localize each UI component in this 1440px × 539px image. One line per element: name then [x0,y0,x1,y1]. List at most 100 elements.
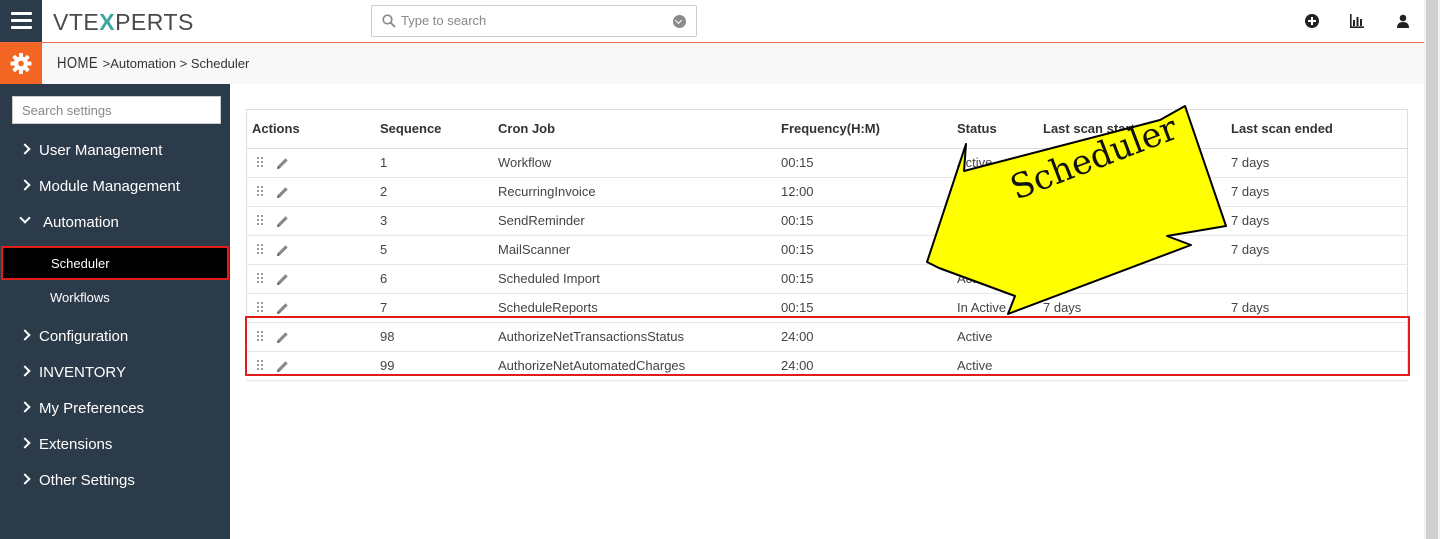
cron-jobs-table: Actions Sequence Cron Job Frequency(H:M)… [246,109,1408,381]
settings-sidebar: User Management Module Management Automa… [0,84,230,539]
vertical-scrollbar[interactable] [1424,0,1440,539]
table-row[interactable]: 7 ScheduleReports 00:15 In Active 7 days… [246,293,1408,323]
cell-status: Active [957,322,1043,352]
cell-sequence: 6 [380,264,498,294]
cell-cron-job: RecurringInvoice [498,177,781,207]
drag-handle-icon[interactable] [257,214,265,227]
cell-status: Active [957,235,1043,265]
chevron-right-icon [19,143,31,155]
edit-pencil-icon[interactable] [276,157,289,170]
edit-pencil-icon[interactable] [276,360,289,373]
settings-gear-icon[interactable] [0,43,42,84]
settings-search-input[interactable] [12,96,221,124]
edit-pencil-icon[interactable] [276,302,289,315]
cell-last-scan-started [1043,351,1231,381]
user-icon[interactable] [1395,13,1411,29]
cell-frequency: 00:15 [781,235,957,265]
chevron-right-icon [19,179,31,191]
cell-last-scan-started: 7 days [1043,235,1231,265]
sidebar-item-other-settings[interactable]: Other Settings [0,463,230,499]
sidebar-subitem-workflows[interactable]: Workflows [0,281,230,315]
table-row[interactable]: 6 Scheduled Import 00:15 Active [246,264,1408,294]
chevron-right-icon [19,329,31,341]
sidebar-subitem-scheduler[interactable]: Scheduler [1,246,229,280]
edit-pencil-icon[interactable] [276,186,289,199]
edit-pencil-icon[interactable] [276,273,289,286]
logo[interactable]: VTEXPERTS [53,9,194,36]
drag-handle-icon[interactable] [257,243,265,256]
table-row[interactable]: 5 MailScanner 00:15 Active 7 days 7 days [246,235,1408,265]
column-header-sequence: Sequence [380,109,498,149]
cell-cron-job: AuthorizeNetTransactionsStatus [498,322,781,352]
chevron-right-icon [19,437,31,449]
cell-cron-job: ScheduleReports [498,293,781,323]
column-header-last-scan-ended: Last scan ended [1231,109,1408,149]
cell-cron-job: AuthorizeNetAutomatedCharges [498,351,781,381]
edit-pencil-icon[interactable] [276,215,289,228]
cell-cron-job: SendReminder [498,206,781,236]
drag-handle-icon[interactable] [257,359,265,372]
breadcrumb-home[interactable]: HOME [57,55,98,73]
cell-last-scan-ended [1231,264,1408,294]
cell-last-scan-started [1043,322,1231,352]
cell-sequence: 2 [380,177,498,207]
cell-last-scan-ended: 7 days [1231,148,1408,178]
drag-handle-icon[interactable] [257,272,265,285]
edit-pencil-icon[interactable] [276,244,289,257]
drag-handle-icon[interactable] [257,301,265,314]
cell-sequence: 7 [380,293,498,323]
cell-sequence: 99 [380,351,498,381]
sidebar-item-user-management[interactable]: User Management [0,133,230,169]
chevron-right-icon [19,473,31,485]
drag-handle-icon[interactable] [257,156,265,169]
cell-sequence: 3 [380,206,498,236]
cell-cron-job: Scheduled Import [498,264,781,294]
breadcrumb-automation[interactable]: Automation [110,56,176,71]
sidebar-item-inventory[interactable]: INVENTORY [0,355,230,391]
sidebar-item-configuration[interactable]: Configuration [0,319,230,355]
chevron-down-icon [19,212,31,224]
cell-status: In Active [957,293,1043,323]
drag-handle-icon[interactable] [257,185,265,198]
cell-frequency: 00:15 [781,293,957,323]
table-row[interactable]: 3 SendReminder 00:15 Active 7 days 7 day… [246,206,1408,236]
plus-circle-icon[interactable] [1304,13,1320,29]
sidebar-item-my-preferences[interactable]: My Preferences [0,391,230,427]
cell-last-scan-ended: 7 days [1231,177,1408,207]
edit-pencil-icon[interactable] [276,331,289,344]
global-search[interactable] [371,5,697,37]
cell-frequency: 00:15 [781,264,957,294]
cell-status: Active [957,351,1043,381]
cell-frequency: 00:15 [781,206,957,236]
drag-handle-icon[interactable] [257,330,265,343]
breadcrumb-scheduler: Scheduler [190,56,250,71]
sidebar-item-module-management[interactable]: Module Management [0,169,230,205]
sidebar-item-automation[interactable]: Automation [0,205,230,241]
bar-chart-icon[interactable] [1349,13,1365,29]
cell-last-scan-started: 7 days [1043,206,1231,236]
cell-last-scan-started: 7 days [1043,293,1231,323]
breadcrumb: HOME >Automation > Scheduler [57,55,250,73]
cell-sequence: 5 [380,235,498,265]
search-input[interactable] [401,13,661,28]
cell-frequency: 12:00 [781,177,957,207]
chevron-right-icon [19,401,31,413]
search-dropdown-icon[interactable] [673,15,686,28]
cell-last-scan-ended: 7 days [1231,235,1408,265]
cell-status: Active [957,206,1043,236]
table-row[interactable]: 99 AuthorizeNetAutomatedCharges 24:00 Ac… [246,351,1408,381]
sidebar-item-extensions[interactable]: Extensions [0,427,230,463]
table-row[interactable]: 1 Workflow 00:15 Active 7 days 7 days [246,148,1408,178]
table-row[interactable]: 2 RecurringInvoice 12:00 Active 7 days 7… [246,177,1408,207]
column-header-cron-job: Cron Job [498,109,781,149]
cell-frequency: 24:00 [781,351,957,381]
search-icon [382,14,396,28]
cell-cron-job: MailScanner [498,235,781,265]
scrollbar-thumb[interactable] [1426,0,1438,539]
cell-last-scan-ended: 7 days [1231,206,1408,236]
cell-last-scan-ended: 7 days [1231,293,1408,323]
cell-status: Active [957,264,1043,294]
table-row[interactable]: 98 AuthorizeNetTransactionsStatus 24:00 … [246,322,1408,352]
menu-icon[interactable] [0,0,42,42]
column-header-status: Status [957,109,1043,149]
